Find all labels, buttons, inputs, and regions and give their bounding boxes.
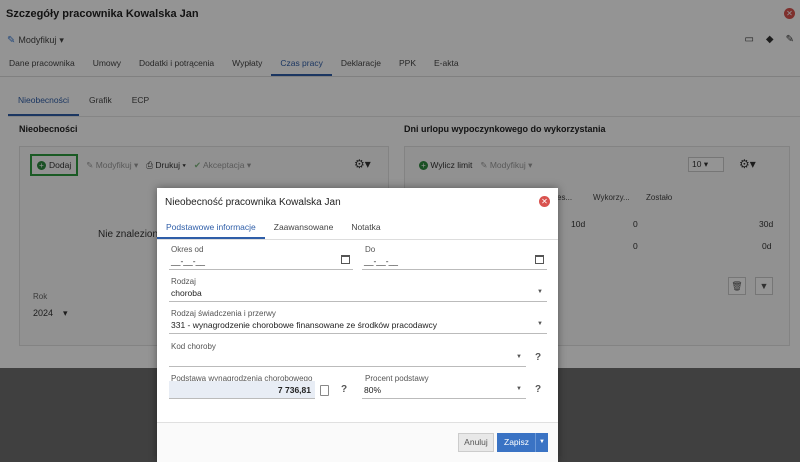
tab-advanced[interactable]: Zaawansowane <box>265 216 343 239</box>
date-to-field[interactable]: __-__-__ <box>362 252 547 270</box>
base-value: 7 736,81 <box>277 384 311 395</box>
date-to-value: __-__-__ <box>364 255 399 266</box>
base-field[interactable]: 7 736,81 <box>169 381 315 399</box>
help-icon[interactable]: ? <box>535 352 541 363</box>
date-from-value: __-__-__ <box>171 255 206 266</box>
tab-basic-info[interactable]: Podstawowe informacje <box>157 216 265 239</box>
chevron-down-icon: ▼ <box>516 386 522 392</box>
type-select[interactable]: choroba ▼ <box>169 284 547 302</box>
tab-note[interactable]: Notatka <box>342 216 389 239</box>
benefit-select[interactable]: 331 - wynagrodzenie chorobowe finansowan… <box>169 316 547 334</box>
chevron-down-icon[interactable]: ▼ <box>535 433 548 452</box>
cancel-button[interactable]: Anuluj <box>458 433 494 452</box>
chevron-down-icon: ▼ <box>516 354 522 360</box>
percent-select[interactable]: 80% ▼ <box>362 381 526 399</box>
disease-code-select[interactable]: ▼ <box>169 349 526 367</box>
dialog-title: Nieobecność pracownika Kowalska Jan <box>165 197 341 208</box>
type-value: choroba <box>171 287 202 298</box>
dialog-tabs: Podstawowe informacje Zaawansowane Notat… <box>157 216 558 240</box>
chevron-down-icon: ▼ <box>537 321 543 327</box>
percent-value: 80% <box>364 384 382 395</box>
close-icon[interactable]: ✕ <box>539 196 550 207</box>
benefit-value: 331 - wynagrodzenie chorobowe finansowan… <box>171 319 438 330</box>
chevron-down-icon: ▼ <box>537 289 543 295</box>
save-label: Zapisz <box>504 437 530 447</box>
calculator-icon[interactable] <box>320 385 329 396</box>
calendar-icon[interactable] <box>341 255 350 264</box>
help-icon[interactable]: ? <box>341 384 347 395</box>
help-icon[interactable]: ? <box>535 384 541 395</box>
date-from-field[interactable]: __-__-__ <box>169 252 353 270</box>
calendar-icon[interactable] <box>535 255 544 264</box>
dialog-footer: Anuluj Zapisz ▼ <box>157 422 558 462</box>
save-button[interactable]: Zapisz ▼ <box>497 433 548 452</box>
absence-dialog: Nieobecność pracownika Kowalska Jan ✕ Po… <box>157 188 558 462</box>
